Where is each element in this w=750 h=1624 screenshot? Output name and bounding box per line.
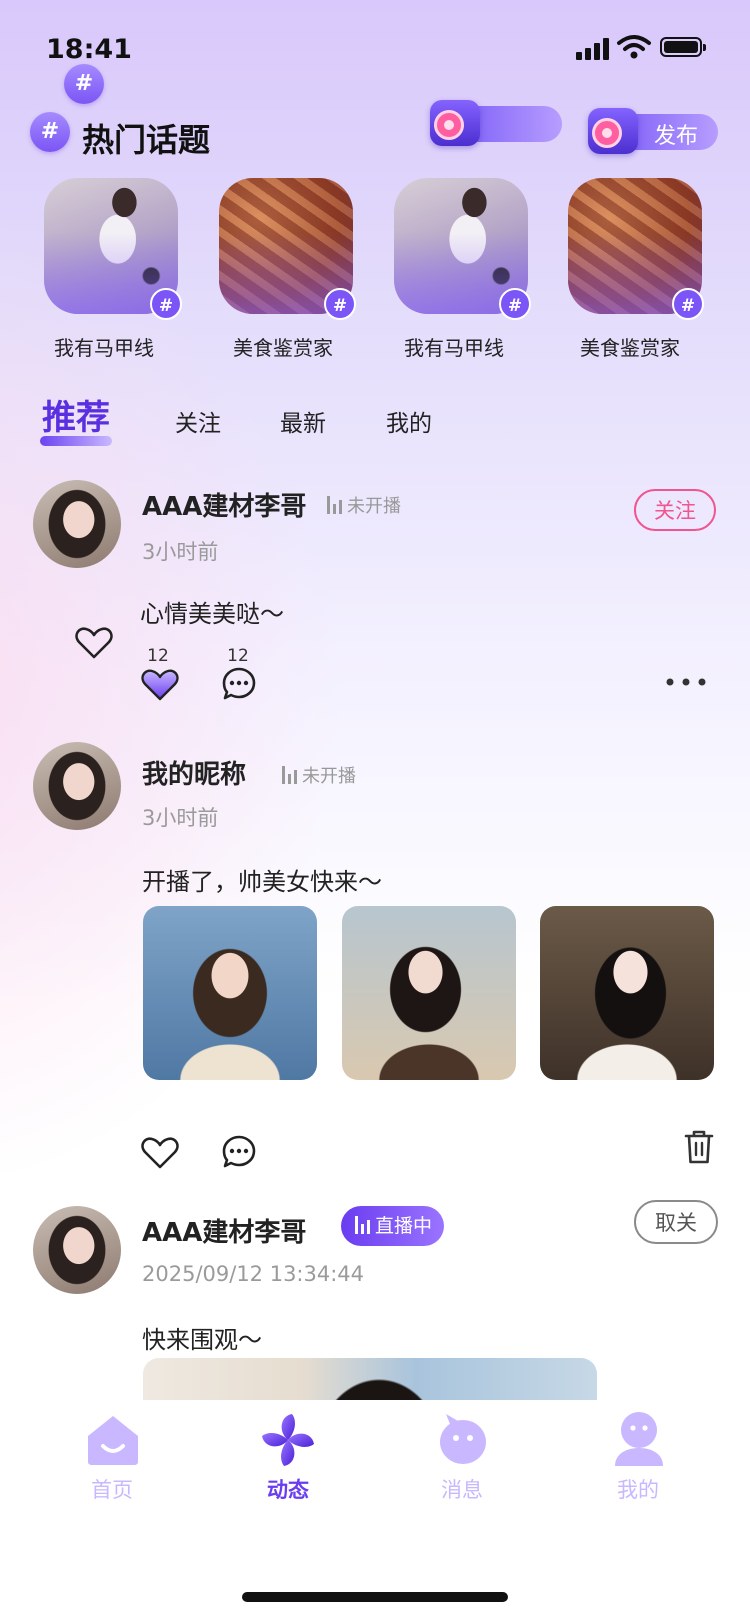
camera-icon <box>588 108 638 154</box>
trash-icon[interactable] <box>683 1128 715 1166</box>
comment-icon[interactable] <box>221 666 257 702</box>
hash-icon: # <box>499 288 531 320</box>
post-time: 2025/09/12 13:34:44 <box>142 1262 365 1286</box>
topic-card[interactable]: # 美食鉴赏家 <box>200 178 380 360</box>
bottom-nav: 首页 动态 消息 我的 <box>0 1400 750 1624</box>
live-badge[interactable]: 直播中 <box>341 1206 445 1246</box>
battery-icon <box>660 37 706 57</box>
tab-following[interactable]: 关注 <box>175 404 221 438</box>
post-username[interactable]: AAA建材李哥 <box>142 1212 306 1249</box>
publish-label: 发布 <box>654 124 699 149</box>
post-content: 快来围观～ <box>142 1326 262 1354</box>
live-bars-icon <box>327 496 343 514</box>
stream-status: 未开播 <box>327 492 401 518</box>
topic-label: 我有马甲线 <box>54 336 154 360</box>
home-indicator <box>242 1592 508 1602</box>
follow-button[interactable]: 关注 <box>634 489 716 531</box>
signal-icon <box>576 38 610 60</box>
nav-label: 我的 <box>617 1478 659 1502</box>
nav-label: 首页 <box>91 1478 133 1502</box>
hash-icon: # <box>64 64 104 104</box>
section-title: 热门话题 <box>82 121 211 159</box>
stream-status: 未开播 <box>282 762 356 788</box>
more-icon[interactable] <box>664 676 708 688</box>
post-username[interactable]: 我的昵称 <box>142 754 246 791</box>
post-photo[interactable] <box>143 906 317 1080</box>
wifi-icon <box>617 35 651 59</box>
tab-mine[interactable]: 我的 <box>386 404 432 438</box>
nav-label: 消息 <box>441 1478 483 1502</box>
post-photo[interactable] <box>342 906 516 1080</box>
home-icon <box>88 1416 138 1465</box>
live-bars-icon <box>282 766 298 784</box>
heart-filled-icon[interactable] <box>141 668 179 702</box>
topic-hash-icon: # <box>30 112 70 152</box>
hash-icon: # <box>150 288 182 320</box>
post-content: 开播了，帅美女快来～ <box>142 868 382 896</box>
publish-button[interactable]: 发布 <box>588 106 718 156</box>
topic-label: 我有马甲线 <box>404 336 504 360</box>
heart-outline-icon[interactable] <box>75 626 113 660</box>
heart-outline-icon[interactable] <box>141 1136 179 1170</box>
status-time: 18:41 <box>46 34 132 65</box>
comment-count: 12 <box>227 646 249 666</box>
comment-icon[interactable] <box>221 1134 257 1170</box>
topic-label: 美食鉴赏家 <box>580 336 680 360</box>
topic-label: 美食鉴赏家 <box>233 336 333 360</box>
camera-icon <box>430 100 480 146</box>
live-bars-icon <box>355 1216 371 1234</box>
nav-feed[interactable]: 动态 <box>238 1410 338 1520</box>
message-icon <box>440 1414 486 1464</box>
avatar[interactable] <box>33 480 121 568</box>
pinwheel-icon <box>262 1414 314 1466</box>
like-count: 12 <box>147 646 169 666</box>
avatar[interactable] <box>33 742 121 830</box>
nav-label: 动态 <box>267 1478 309 1502</box>
nav-home[interactable]: 首页 <box>62 1410 162 1520</box>
nav-profile[interactable]: 我的 <box>588 1410 688 1520</box>
nav-messages[interactable]: 消息 <box>412 1410 512 1520</box>
unfollow-button[interactable]: 取关 <box>634 1200 718 1244</box>
topic-card[interactable]: # 我有马甲线 <box>374 178 554 360</box>
post-photo[interactable] <box>540 906 714 1080</box>
profile-icon <box>615 1412 663 1466</box>
avatar[interactable] <box>33 1206 121 1294</box>
live-camera-button[interactable] <box>430 100 562 148</box>
topic-card[interactable]: # 我有马甲线 <box>24 178 204 360</box>
hash-icon: # <box>672 288 704 320</box>
tab-underline <box>40 436 112 446</box>
post-username[interactable]: AAA建材李哥 <box>142 486 306 523</box>
tab-latest[interactable]: 最新 <box>280 404 326 438</box>
hash-icon: # <box>324 288 356 320</box>
post-time: 3小时前 <box>142 806 219 830</box>
post-time: 3小时前 <box>142 540 219 564</box>
tab-recommend[interactable]: 推荐 <box>42 390 110 439</box>
topic-card[interactable]: # 美食鉴赏家 <box>550 178 730 360</box>
post-content: 心情美美哒～ <box>140 600 284 628</box>
